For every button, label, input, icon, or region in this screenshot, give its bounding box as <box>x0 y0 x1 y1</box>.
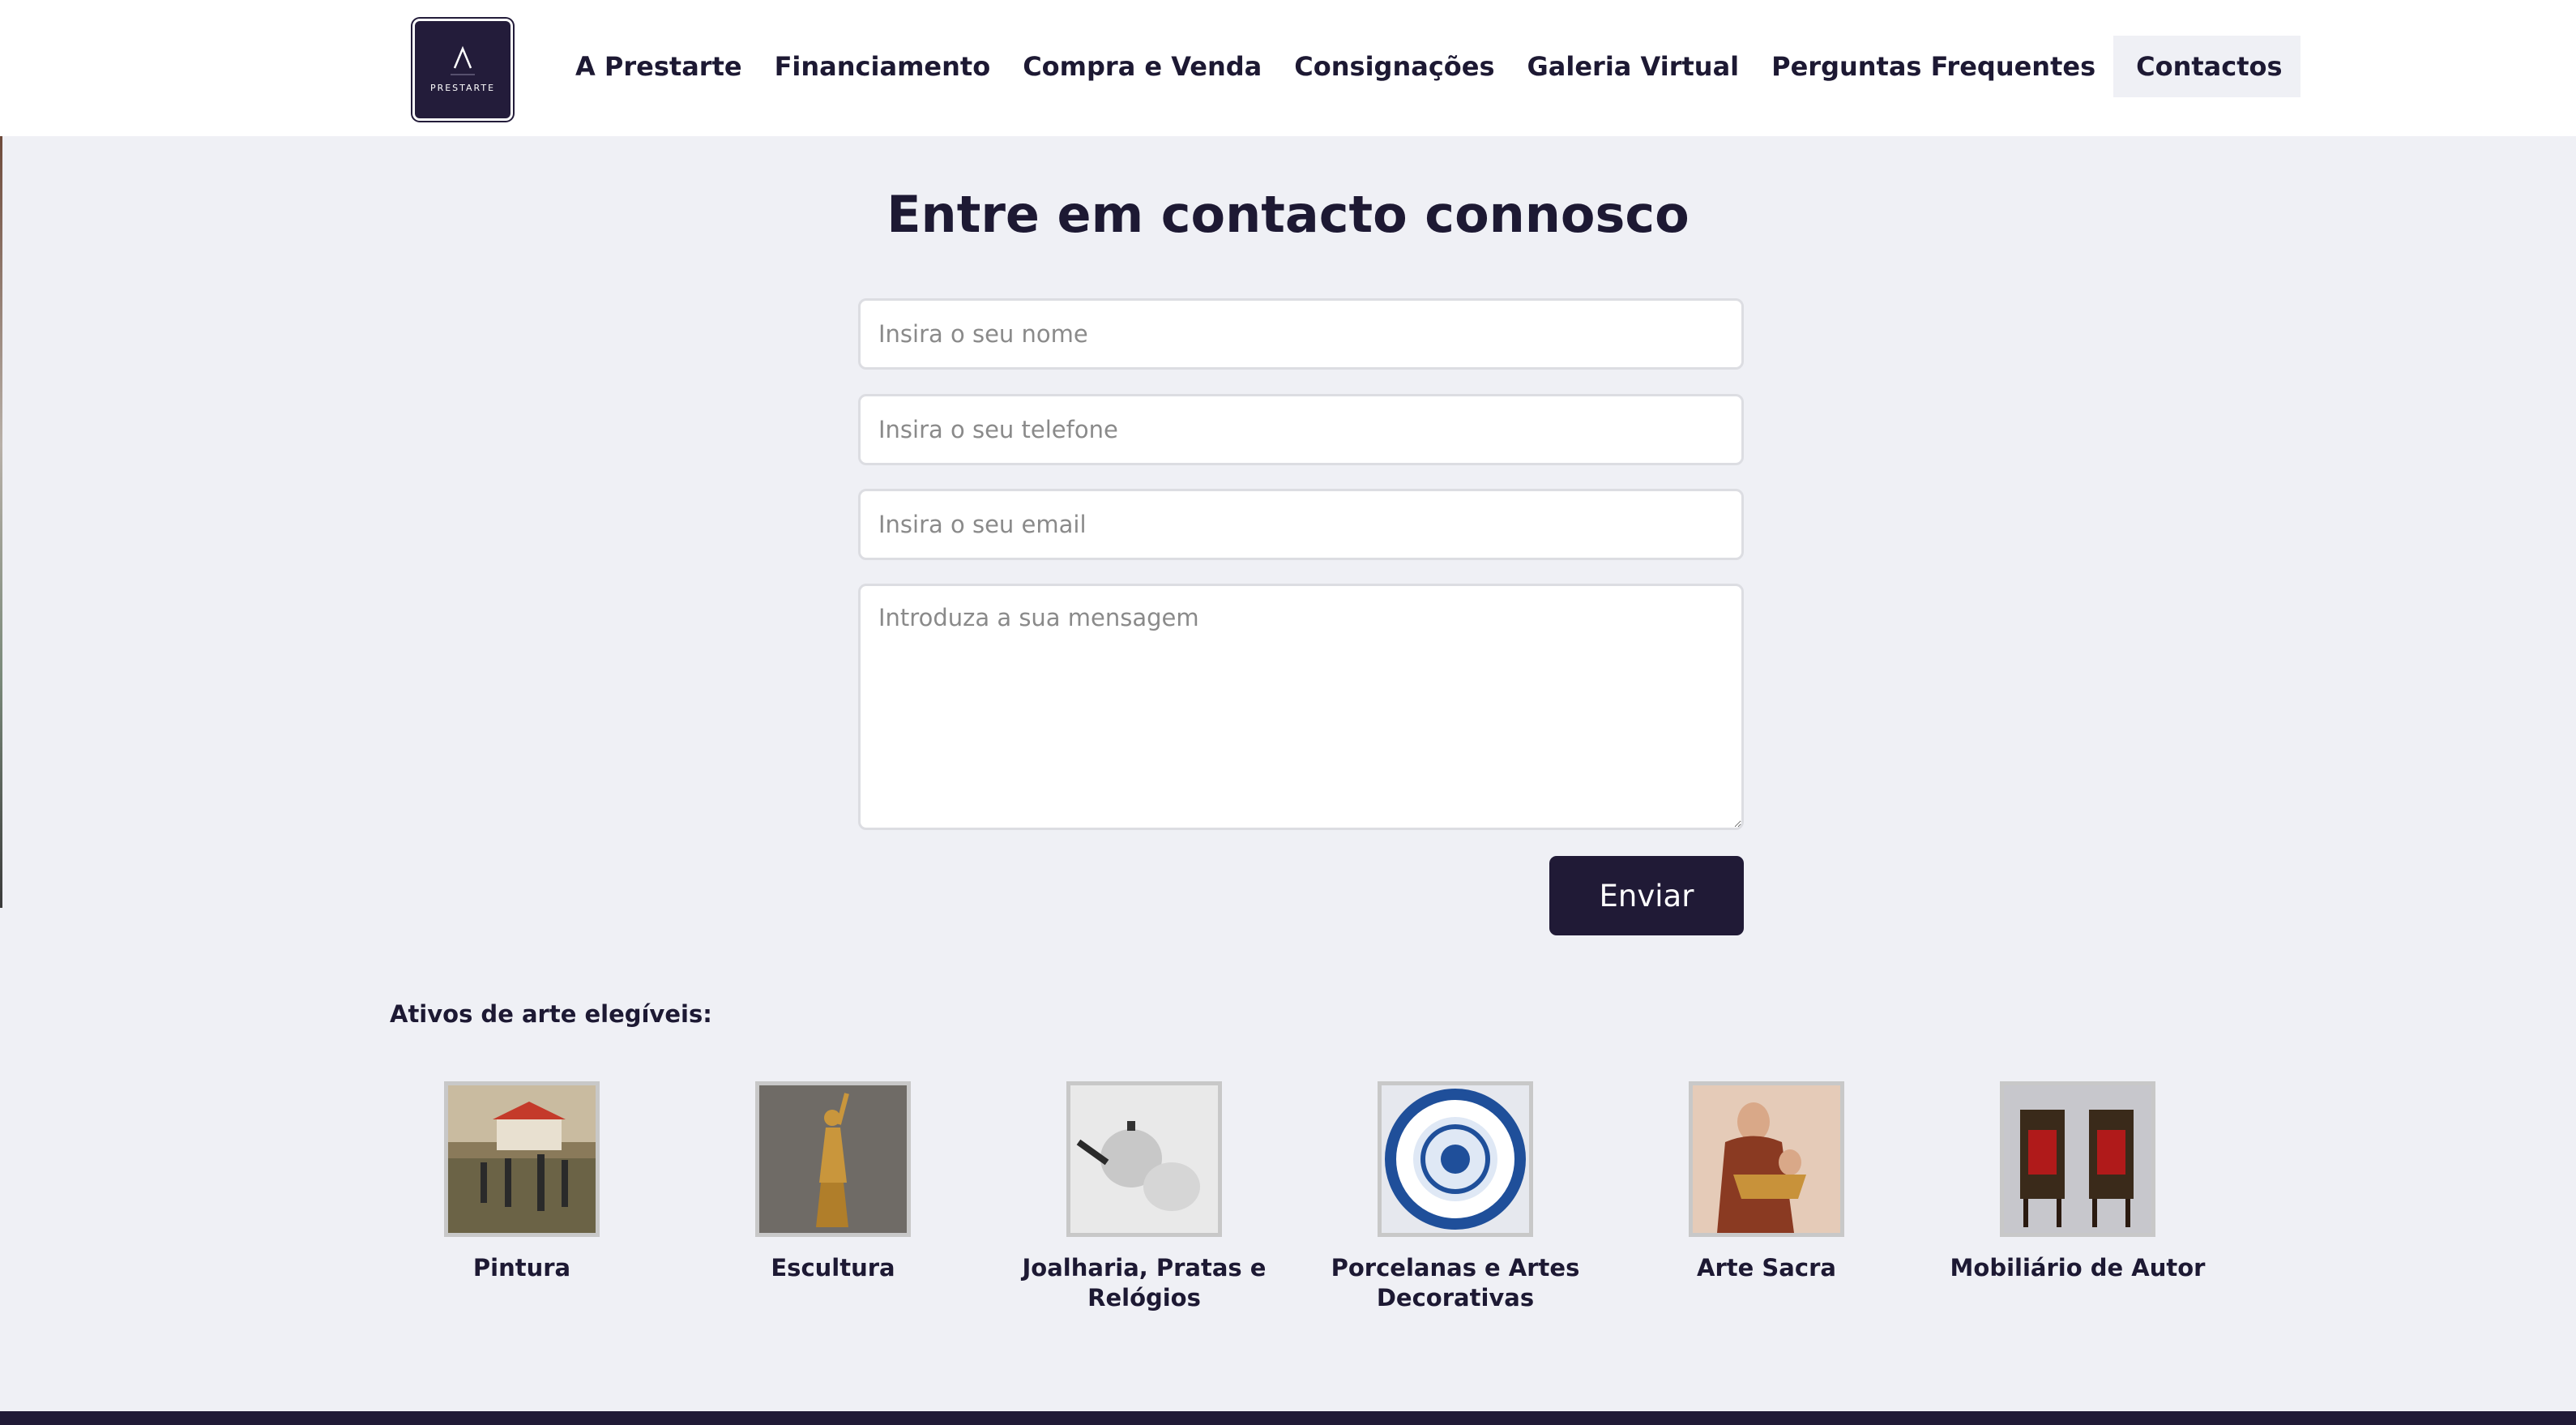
nav-item-compra-e-venda[interactable]: Compra e Venda <box>1006 36 1278 97</box>
silverware-thumbnail <box>1066 1081 1222 1237</box>
asset-item-pintura[interactable]: Pintura <box>366 1081 677 1283</box>
nav-item-galeria-virtual[interactable]: Galeria Virtual <box>1511 36 1756 97</box>
site-footer <box>0 1411 2576 1425</box>
painting-thumbnail <box>444 1081 600 1237</box>
porcelain-plate-thumbnail <box>1378 1081 1533 1237</box>
phone-input[interactable] <box>858 394 1744 465</box>
asset-item-arte-sacra[interactable]: Arte Sacra <box>1611 1081 1922 1283</box>
asset-label: Porcelanas e Artes Decorativas <box>1331 1254 1580 1312</box>
asset-item-joalharia[interactable]: Joalharia, Pratas e Relógios <box>989 1081 1300 1313</box>
prestarte-logo[interactable]: PRESTARTE <box>415 21 511 118</box>
assets-heading: Ativos de arte elegíveis: <box>390 1000 712 1028</box>
asset-label: Joalharia, Pratas e Relógios <box>1022 1254 1267 1312</box>
nav-item-perguntas-frequentes[interactable]: Perguntas Frequentes <box>1755 36 2112 97</box>
nav-item-contactos[interactable]: Contactos <box>2113 36 2300 97</box>
site-header: PRESTARTE A Prestarte Financiamento Comp… <box>0 0 2576 136</box>
asset-item-mobiliario[interactable]: Mobiliário de Autor <box>1922 1081 2233 1283</box>
page-title: Entre em contacto connosco <box>886 185 1690 244</box>
asset-label: Pintura <box>472 1254 571 1282</box>
send-button[interactable]: Enviar <box>1549 856 1744 935</box>
sculpture-thumbnail <box>755 1081 911 1237</box>
asset-label: Mobiliário de Autor <box>1950 1254 2206 1282</box>
message-textarea[interactable] <box>858 584 1744 830</box>
asset-label: Arte Sacra <box>1697 1254 1836 1282</box>
nav-item-consignacoes[interactable]: Consignações <box>1278 36 1510 97</box>
logo-text: PRESTARTE <box>429 83 496 93</box>
main-nav: A Prestarte Financiamento Compra e Venda… <box>559 36 2300 97</box>
nav-item-a-prestarte[interactable]: A Prestarte <box>559 36 758 97</box>
email-input[interactable] <box>858 489 1744 560</box>
asset-label: Escultura <box>771 1254 895 1282</box>
asset-item-escultura[interactable]: Escultura <box>677 1081 989 1283</box>
name-input[interactable] <box>858 298 1744 370</box>
nav-item-financiamento[interactable]: Financiamento <box>758 36 1007 97</box>
sacred-art-thumbnail <box>1689 1081 1844 1237</box>
asset-item-porcelanas[interactable]: Porcelanas e Artes Decorativas <box>1300 1081 1611 1313</box>
background-image-edge <box>0 136 2 908</box>
furniture-thumbnail <box>2000 1081 2155 1237</box>
